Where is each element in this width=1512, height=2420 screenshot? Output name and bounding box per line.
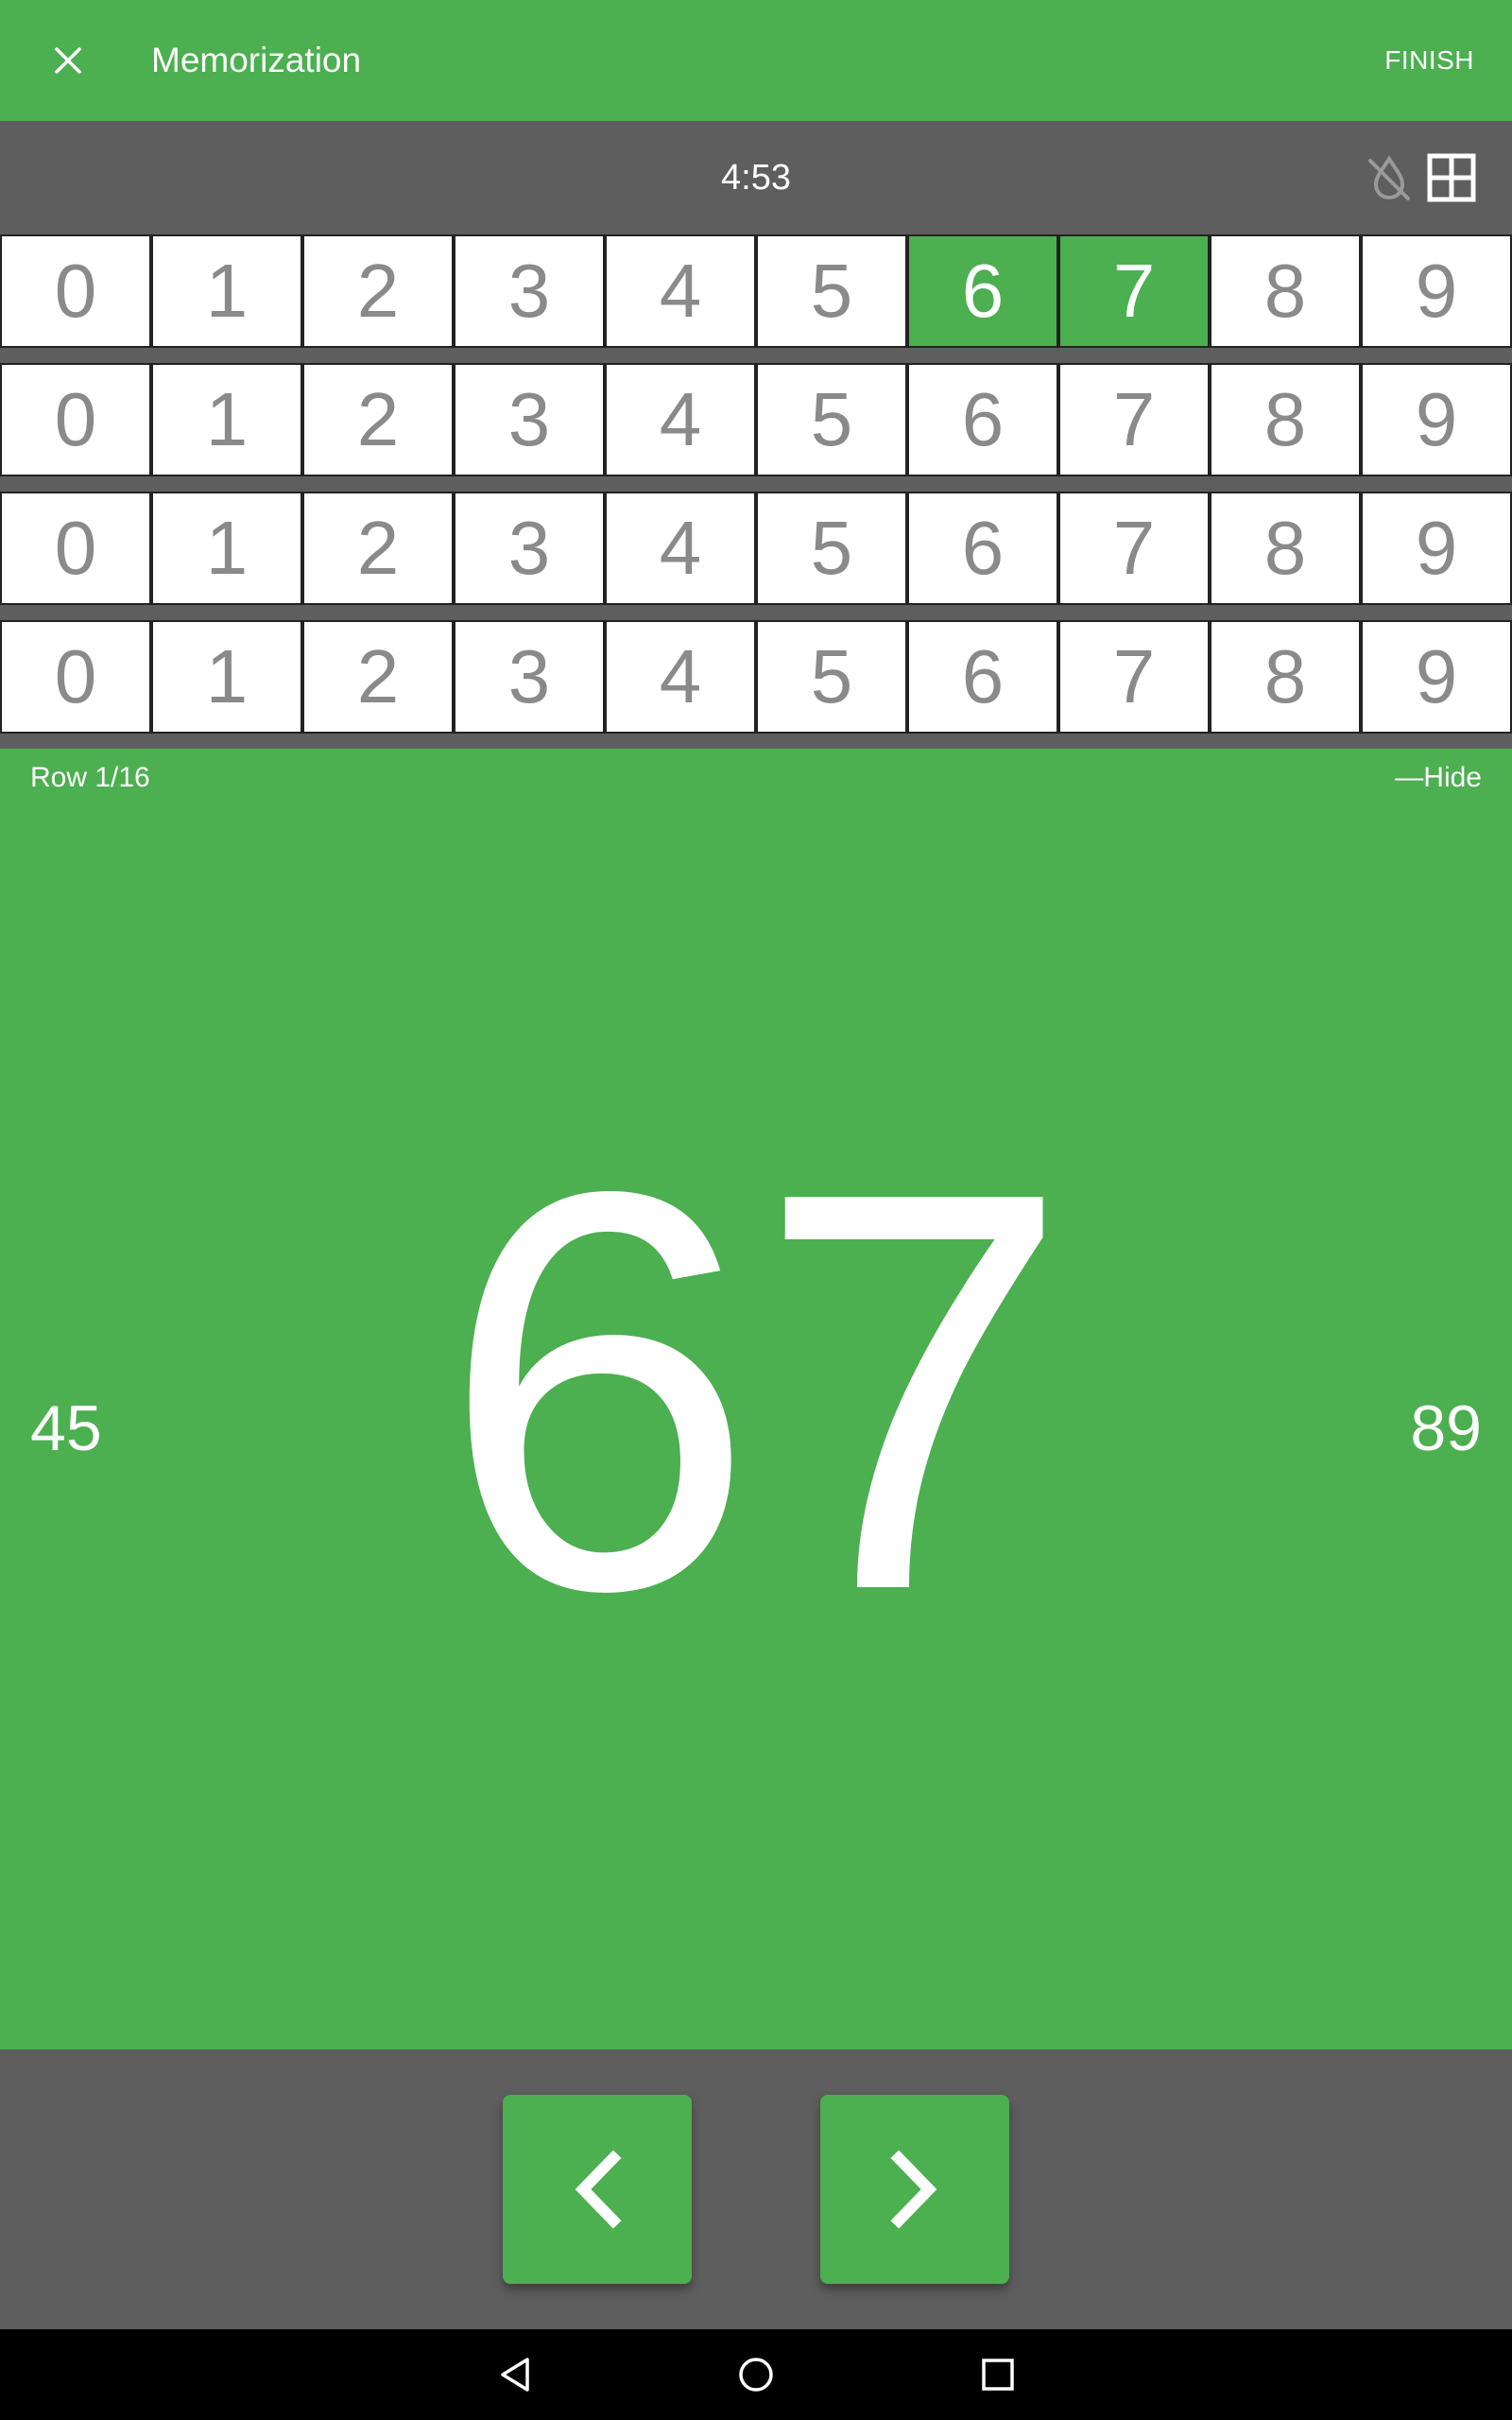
- back-icon: [501, 2358, 529, 2392]
- digit-cell[interactable]: 4: [607, 493, 754, 603]
- digit-cell[interactable]: 7: [1060, 236, 1208, 346]
- recents-icon: [982, 2359, 1014, 2391]
- digit-cell[interactable]: 1: [153, 493, 301, 603]
- digit-cell[interactable]: 5: [758, 365, 905, 475]
- digit-cell[interactable]: 8: [1211, 365, 1359, 475]
- navigation-bar: [0, 2049, 1512, 2329]
- row-indicator: Row 1/16: [30, 762, 150, 793]
- current-number: 67: [440, 1075, 1072, 1708]
- digit-cell[interactable]: 7: [1060, 493, 1208, 603]
- digit-cell[interactable]: 6: [909, 365, 1057, 475]
- digit-cell[interactable]: 8: [1211, 493, 1359, 603]
- close-button[interactable]: [38, 30, 98, 91]
- system-recents-button[interactable]: [975, 2352, 1021, 2397]
- digit-cell[interactable]: 4: [607, 365, 754, 475]
- system-navigation-bar: [0, 2329, 1512, 2420]
- next-button[interactable]: [820, 2095, 1009, 2284]
- digit-row: 0123456789: [0, 620, 1512, 734]
- timer-bar: 4:53: [0, 121, 1512, 234]
- home-icon: [739, 2358, 773, 2392]
- hint-off-icon: [1368, 155, 1410, 200]
- digit-cell[interactable]: 5: [758, 622, 905, 732]
- digit-cell[interactable]: 5: [758, 493, 905, 603]
- hint-toggle-button[interactable]: [1363, 151, 1416, 204]
- digit-cell[interactable]: 5: [758, 236, 905, 346]
- page-title: Memorization: [151, 41, 362, 79]
- digit-cell[interactable]: 3: [455, 236, 603, 346]
- digit-cell[interactable]: 2: [304, 493, 452, 603]
- digit-cell[interactable]: 8: [1211, 622, 1359, 732]
- digit-cell[interactable]: 4: [607, 622, 754, 732]
- digit-cell[interactable]: 2: [304, 236, 452, 346]
- digit-cell[interactable]: 1: [153, 365, 301, 475]
- digit-cell[interactable]: 8: [1211, 236, 1359, 346]
- digit-row: 0123456789: [0, 492, 1512, 605]
- digit-cell[interactable]: 7: [1060, 622, 1208, 732]
- chevron-right-icon: [890, 2150, 937, 2229]
- digit-cell[interactable]: 0: [2, 365, 149, 475]
- digit-cell[interactable]: 4: [607, 236, 754, 346]
- grid-icon: [1427, 153, 1476, 202]
- app-bar: Memorization FINISH: [0, 0, 1512, 121]
- digit-cell[interactable]: 0: [2, 236, 149, 346]
- close-icon: [55, 47, 81, 74]
- digit-cell[interactable]: 1: [153, 622, 301, 732]
- system-back-button[interactable]: [493, 2352, 539, 2397]
- digit-cell[interactable]: 6: [909, 622, 1057, 732]
- previous-button[interactable]: [503, 2095, 692, 2284]
- digit-row: 0123456789: [0, 234, 1512, 348]
- digit-cell[interactable]: 9: [1363, 622, 1510, 732]
- digit-cell[interactable]: 3: [455, 365, 603, 475]
- digit-cell[interactable]: 9: [1363, 365, 1510, 475]
- digit-row: 0123456789: [0, 363, 1512, 476]
- grid-view-button[interactable]: [1425, 151, 1478, 204]
- digit-cell[interactable]: 9: [1363, 493, 1510, 603]
- memorization-panel: Row 1/16 —Hide 45 67 89: [0, 749, 1512, 2049]
- digit-cell[interactable]: 7: [1060, 365, 1208, 475]
- digit-grid: 0123456789 0123456789 0123456789 0123456…: [0, 234, 1512, 749]
- finish-button[interactable]: FINISH: [1384, 0, 1474, 121]
- digit-cell[interactable]: 2: [304, 365, 452, 475]
- hide-button[interactable]: —Hide: [1395, 762, 1482, 794]
- digit-cell[interactable]: 3: [455, 622, 603, 732]
- system-home-button[interactable]: [733, 2352, 779, 2397]
- digit-cell[interactable]: 9: [1363, 236, 1510, 346]
- digit-cell[interactable]: 2: [304, 622, 452, 732]
- digit-cell[interactable]: 0: [2, 622, 149, 732]
- next-number: 89: [1410, 1392, 1482, 1464]
- chevron-left-icon: [575, 2150, 622, 2229]
- digit-cell[interactable]: 6: [909, 493, 1057, 603]
- digit-cell[interactable]: 6: [909, 236, 1057, 346]
- digit-cell[interactable]: 1: [153, 236, 301, 346]
- digit-cell[interactable]: 3: [455, 493, 603, 603]
- digit-cell[interactable]: 0: [2, 493, 149, 603]
- timer-display: 4:53: [721, 158, 791, 198]
